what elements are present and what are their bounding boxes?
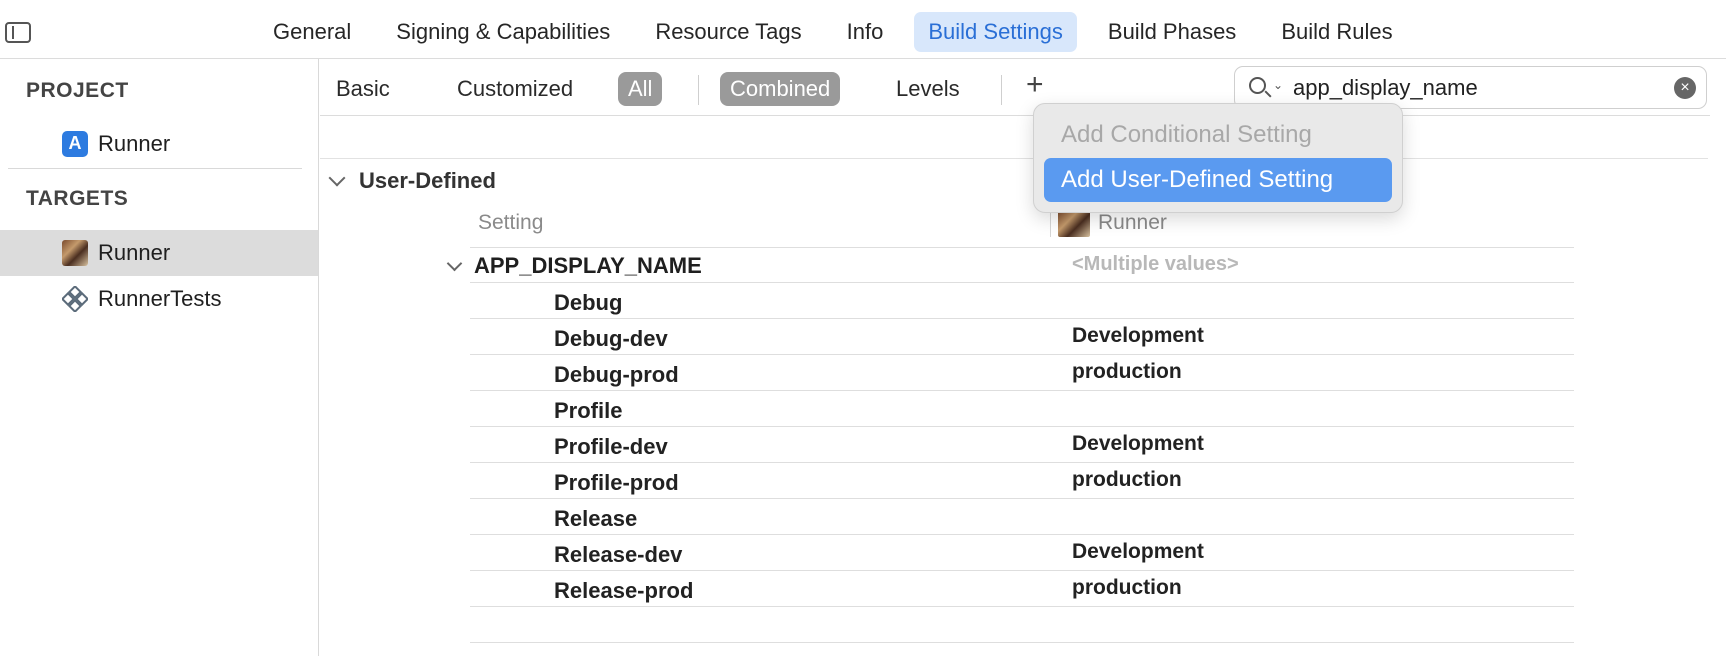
tab-build-settings[interactable]: Build Settings	[914, 12, 1077, 52]
project-navigator: PROJECT Runner TARGETS Runner RunnerTest…	[0, 59, 319, 656]
config-row-value[interactable]: production	[1072, 360, 1182, 384]
config-row-value[interactable]: Development	[1072, 432, 1204, 456]
row-divider	[470, 570, 1574, 571]
config-row-label: Release-prod	[554, 578, 694, 603]
config-row-value[interactable]: production	[1072, 576, 1182, 600]
combined-view-button[interactable]: Combined	[720, 72, 841, 106]
row-divider	[470, 390, 1574, 391]
filter-all-button[interactable]: All	[618, 72, 663, 106]
sidebar-toggle-icon[interactable]	[5, 22, 31, 43]
tab-general[interactable]: General	[259, 12, 365, 52]
chevron-down-icon[interactable]	[328, 169, 346, 187]
sidebar-item-project-runner[interactable]: Runner	[0, 121, 318, 167]
search-icon	[1249, 77, 1266, 94]
sidebar-item-label: Runner	[98, 240, 171, 265]
config-row-label: Profile-dev	[554, 434, 668, 459]
levels-view-button[interactable]: Levels	[886, 72, 970, 106]
tab-info[interactable]: Info	[833, 12, 898, 52]
section-user-defined[interactable]: User-Defined	[327, 168, 496, 194]
sidebar-item-label: RunnerTests	[98, 286, 222, 311]
tab-build-phases[interactable]: Build Phases	[1094, 12, 1250, 52]
config-row-label: Release-dev	[554, 542, 683, 567]
row-divider	[470, 247, 1574, 248]
multiple-values-label[interactable]: <Multiple values>	[1072, 253, 1239, 276]
chevron-down-icon[interactable]: ⌄	[1273, 78, 1283, 92]
row-divider	[470, 462, 1574, 463]
sidebar-divider	[8, 168, 302, 169]
section-title: User-Defined	[359, 168, 496, 193]
row-divider	[470, 318, 1574, 319]
row-divider	[470, 606, 1574, 607]
tab-build-rules[interactable]: Build Rules	[1267, 12, 1406, 52]
row-divider	[470, 282, 1574, 283]
config-row-label: Debug-dev	[554, 326, 668, 351]
sidebar-item-target-runner[interactable]: Runner	[0, 230, 318, 276]
build-settings-filter-bar: Basic Customized All Combined Levels + ⌄…	[320, 59, 1710, 116]
setting-app-display-name[interactable]: APP_DISPLAY_NAME	[474, 253, 702, 279]
row-divider	[470, 642, 1574, 643]
config-row-label: Debug	[554, 290, 623, 315]
targets-header: TARGETS	[26, 187, 129, 210]
setting-column-header[interactable]: Setting	[478, 211, 543, 235]
config-row-value[interactable]: production	[1072, 468, 1182, 492]
content-divider	[320, 158, 1708, 159]
test-bundle-icon	[62, 286, 88, 312]
filter-divider	[1001, 75, 1002, 105]
search-input[interactable]: app_display_name	[1293, 75, 1478, 101]
config-row-label: Debug-prod	[554, 362, 679, 387]
sidebar-item-target-runnertests[interactable]: RunnerTests	[0, 276, 318, 322]
filter-divider	[698, 75, 699, 105]
tabs: General Signing & Capabilities Resource …	[259, 12, 1424, 52]
add-setting-menu: Add Conditional Setting Add User-Defined…	[1033, 103, 1403, 213]
row-divider	[470, 354, 1574, 355]
editor-tab-bar: General Signing & Capabilities Resource …	[0, 0, 1726, 59]
filter-customized-button[interactable]: Customized	[447, 72, 583, 106]
add-conditional-setting-item[interactable]: Add Conditional Setting	[1044, 113, 1392, 157]
sidebar-item-label: Runner	[98, 131, 171, 156]
project-header: PROJECT	[26, 79, 129, 102]
runner-target-icon	[1058, 211, 1090, 237]
config-row-label: Profile-prod	[554, 470, 679, 495]
config-row-value[interactable]: Development	[1072, 324, 1204, 348]
clear-search-icon[interactable]: ×	[1674, 77, 1696, 99]
filter-basic-button[interactable]: Basic	[326, 72, 400, 106]
config-row-label: Profile	[554, 398, 623, 423]
add-user-defined-setting-item[interactable]: Add User-Defined Setting	[1044, 158, 1392, 202]
target-column-header[interactable]: Runner	[1098, 211, 1167, 235]
runner-app-icon	[62, 240, 88, 266]
app-project-icon	[62, 131, 88, 157]
row-divider	[470, 426, 1574, 427]
config-row-label: Release	[554, 506, 638, 531]
chevron-down-icon[interactable]	[446, 255, 463, 272]
row-divider	[470, 498, 1574, 499]
add-setting-plus-icon[interactable]: +	[1026, 68, 1044, 102]
config-row-value[interactable]: Development	[1072, 540, 1204, 564]
row-divider	[470, 534, 1574, 535]
tab-signing-capabilities[interactable]: Signing & Capabilities	[382, 12, 624, 52]
tab-resource-tags[interactable]: Resource Tags	[641, 12, 815, 52]
